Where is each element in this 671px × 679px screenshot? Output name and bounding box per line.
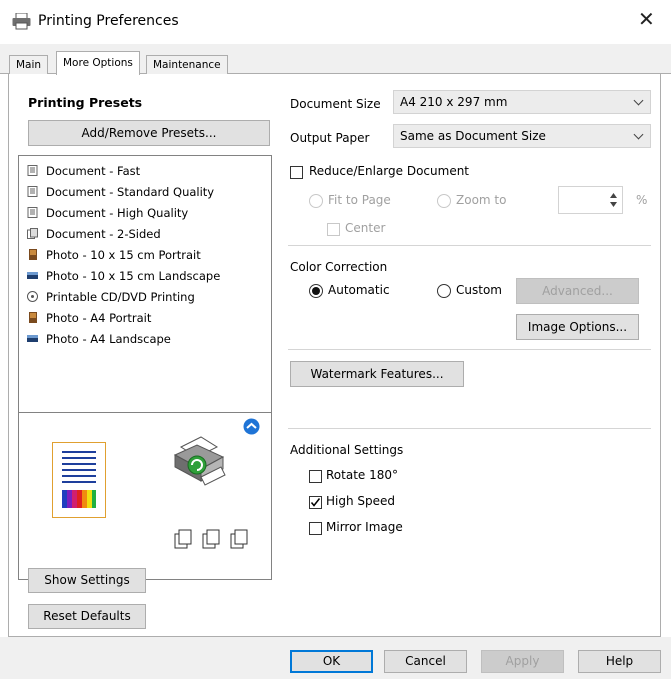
window-title: Printing Preferences [38, 13, 179, 29]
output-paper-label: Output Paper [290, 131, 370, 145]
add-remove-presets-button[interactable]: Add/Remove Presets... [28, 120, 270, 146]
tab-more-options[interactable]: More Options [56, 51, 140, 75]
collate-icon [173, 529, 255, 549]
radio-dot [312, 287, 320, 295]
chevron-down-icon [633, 95, 644, 106]
photo-portrait-icon [27, 249, 38, 260]
high-speed-label: High Speed [326, 494, 396, 508]
automatic-radio[interactable] [309, 284, 323, 298]
reduce-enlarge-checkbox[interactable] [290, 166, 303, 179]
document-size-value: A4 210 x 297 mm [400, 95, 508, 109]
fit-to-page-radio[interactable] [309, 194, 323, 208]
presets-list[interactable]: Document - Fast Document - Standard Qual… [18, 155, 272, 413]
printing-presets-heading: Printing Presets [28, 95, 143, 110]
document-icon [27, 207, 38, 218]
collapse-icon[interactable] [243, 418, 260, 435]
divider [288, 349, 651, 350]
help-button[interactable]: Help [578, 650, 661, 673]
document-icon [27, 186, 38, 197]
preset-label: Photo - 10 x 15 cm Landscape [46, 269, 221, 283]
tab-main[interactable]: Main [9, 55, 49, 74]
reduce-enlarge-label: Reduce/Enlarge Document [309, 164, 470, 178]
disc-icon [27, 291, 38, 302]
color-correction-heading: Color Correction [290, 260, 388, 274]
image-options-button[interactable]: Image Options... [516, 314, 639, 340]
preset-label: Photo - 10 x 15 cm Portrait [46, 248, 201, 262]
document-icon [27, 165, 38, 176]
show-settings-button[interactable]: Show Settings [28, 568, 146, 593]
preset-label: Document - Fast [46, 164, 141, 178]
zoom-to-radio[interactable] [437, 194, 451, 208]
mirror-image-checkbox[interactable] [309, 522, 322, 535]
custom-radio[interactable] [437, 284, 451, 298]
additional-settings-heading: Additional Settings [290, 443, 404, 457]
rotate-180-label: Rotate 180° [326, 468, 399, 482]
percent-label: % [636, 193, 648, 207]
printer-rotate-icon [171, 433, 227, 493]
automatic-label: Automatic [328, 283, 390, 297]
output-paper-select[interactable]: Same as Document Size [393, 124, 651, 148]
preset-label: Printable CD/DVD Printing [46, 290, 195, 304]
preset-label: Photo - A4 Landscape [46, 332, 171, 346]
checkmark-icon [310, 498, 321, 507]
document-size-label: Document Size [290, 97, 381, 111]
zoom-to-label: Zoom to [456, 193, 507, 207]
chevron-down-icon [633, 129, 644, 140]
mirror-image-label: Mirror Image [326, 520, 403, 534]
ok-button[interactable]: OK [290, 650, 373, 673]
settings-preview [18, 412, 272, 580]
reset-defaults-button[interactable]: Reset Defaults [28, 604, 146, 629]
document-size-select[interactable]: A4 210 x 297 mm [393, 90, 651, 114]
preset-label: Document - High Quality [46, 206, 189, 220]
page-preview-icon [52, 442, 106, 518]
center-checkbox[interactable] [327, 223, 340, 236]
preset-label: Document - Standard Quality [46, 185, 215, 199]
watermark-features-button[interactable]: Watermark Features... [290, 361, 464, 387]
advanced-button[interactable]: Advanced... [516, 278, 639, 304]
apply-button[interactable]: Apply [481, 650, 564, 673]
divider [288, 428, 651, 429]
tab-maintenance[interactable]: Maintenance [146, 55, 228, 74]
photo-landscape-icon [27, 333, 38, 344]
preset-label: Document - 2-Sided [46, 227, 161, 241]
preset-label: Photo - A4 Portrait [46, 311, 152, 325]
close-icon[interactable]: ✕ [638, 9, 655, 29]
photo-portrait-icon [27, 312, 38, 323]
zoom-stepper[interactable] [558, 186, 623, 214]
custom-label: Custom [456, 283, 502, 297]
output-paper-value: Same as Document Size [400, 129, 546, 143]
photo-landscape-icon [27, 270, 38, 281]
stepper-arrows-icon[interactable] [608, 191, 619, 209]
printer-icon [12, 12, 31, 30]
high-speed-checkbox[interactable] [309, 496, 322, 509]
fit-to-page-label: Fit to Page [328, 193, 391, 207]
center-label: Center [345, 221, 386, 235]
rotate-180-checkbox[interactable] [309, 470, 322, 483]
divider [288, 245, 651, 246]
cancel-button[interactable]: Cancel [384, 650, 467, 673]
two-sided-icon [27, 228, 38, 239]
